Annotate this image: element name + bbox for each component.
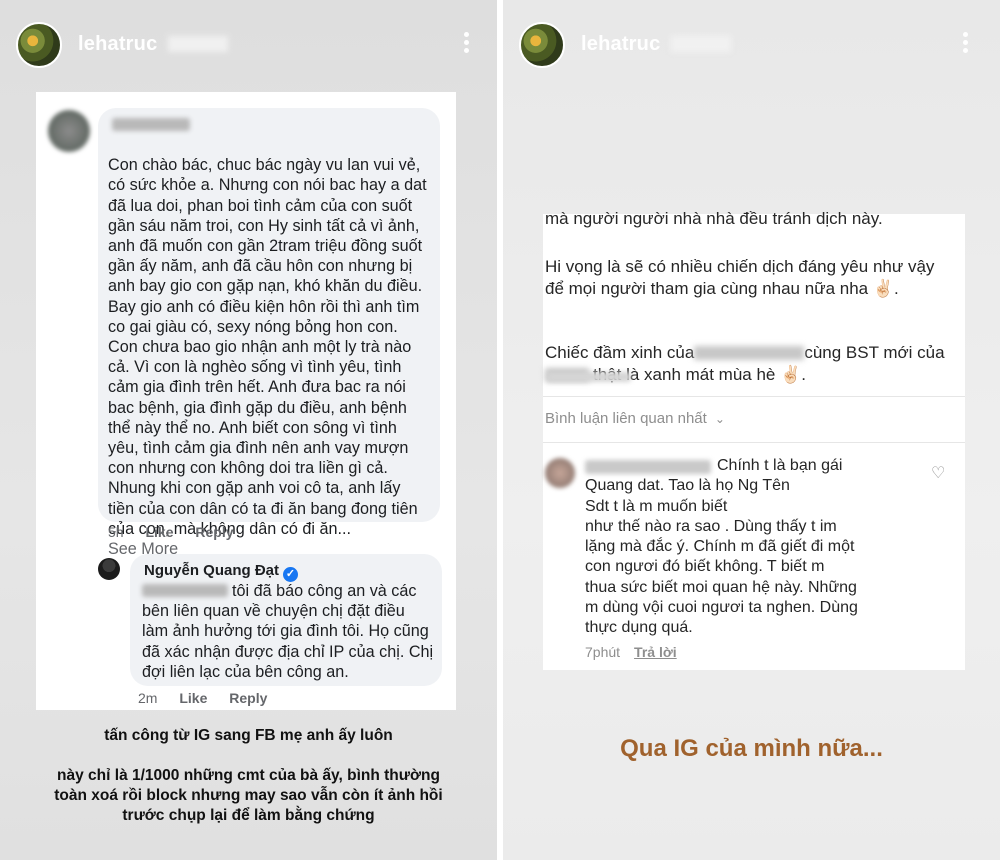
related-comments-dropdown[interactable]: Bình luận liên quan nhất ⌄ [545,410,725,427]
verified-badge-icon: ✓ [283,567,299,582]
comment-meta: 5h Like Reply [108,524,234,540]
commenter-avatar [48,110,90,152]
reply-button[interactable]: Reply [195,524,233,540]
reply-text: tôi đã báo công an và các bên liên quan … [142,582,434,681]
instagram-screenshot: mà người người nhà nhà đều tránh dịch nà… [543,209,965,670]
reply-time: 2m [138,690,158,706]
post-text-part-b: cùng BST mới của [804,343,945,362]
separator [543,442,965,443]
story-avatar[interactable] [16,22,62,68]
commenter-avatar [545,458,575,488]
replier-name[interactable]: Nguyễn Quang Đạt [144,562,279,579]
ig-comment-meta: 7phút Trả lời [585,644,677,660]
blurred-commenter-name [112,118,190,131]
blurred-timestamp [671,36,731,52]
more-options-icon[interactable] [461,32,471,58]
story-caption-1: tấn công từ IG sang FB mẹ anh ấy luôn [104,727,393,744]
story-panel-right: lehatruc mà người người nhà nhà đều trán… [503,0,1000,860]
more-options-icon[interactable] [960,32,970,58]
heart-icon[interactable]: ♡ [931,466,947,482]
blurred-post-meta [547,372,631,382]
reply-meta: 2m Like Reply [138,690,267,706]
comment-time: 5h [108,524,124,540]
related-label: Bình luận liên quan nhất [545,410,707,427]
story-header: lehatruc [0,0,497,90]
separator [543,396,965,397]
ig-reply-button[interactable]: Trả lời [634,644,677,660]
comment-text: Con chào bác, chuc bác ngày vu lan vui v… [108,156,427,538]
reply-reply-button[interactable]: Reply [229,690,267,706]
post-paragraph-2: Hi vọng là sẽ có nhiều chiến dịch đáng y… [545,257,935,298]
story-username[interactable]: lehatruc [78,33,157,56]
story-username[interactable]: lehatruc [581,33,660,56]
replier-avatar [98,558,120,580]
comment-bubble: Con chào bác, chuc bác ngày vu lan vui v… [98,108,440,558]
ig-comment-time: 7phút [585,644,621,660]
story-caption-2: này chỉ là 1/1000 những cmt của bà ấy, b… [54,767,443,824]
like-button[interactable]: Like [145,524,173,540]
reply-bubble: Nguyễn Quang Đạt ✓ tôi đã báo công an và … [130,554,442,686]
blurred-timestamp [168,36,228,52]
chevron-down-icon: ⌄ [714,412,725,426]
reply-like-button[interactable]: Like [179,690,207,706]
ig-comment-text: Chính t là bạn gái Quang dat. Tao là họ … [585,457,858,637]
story-caption: Qua IG của mình nữa... [620,735,883,762]
post-line-1: mà người người nhà nhà đều tránh dịch nà… [545,209,883,228]
story-avatar[interactable] [519,22,565,68]
replier-name-row: Nguyễn Quang Đạt ✓ [144,562,299,582]
story-header: lehatruc [503,0,1000,90]
story-panel-left: lehatruc Con chào bác, chuc bác ngày vu … [0,0,497,860]
facebook-screenshot: Con chào bác, chuc bác ngày vu lan vui v… [36,92,456,710]
